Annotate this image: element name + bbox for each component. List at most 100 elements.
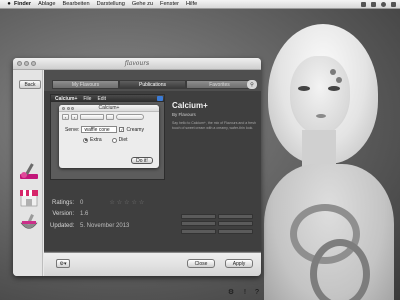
action-button[interactable] <box>181 221 216 227</box>
minimize-window-icon[interactable] <box>24 61 29 66</box>
close-button[interactable]: Close <box>187 259 215 268</box>
sidebar: Back <box>13 70 43 276</box>
updated-row: Updated: 5. November 2013 <box>50 223 129 229</box>
preview-close-icon <box>62 107 65 110</box>
ratings-label: Ratings: <box>51 199 74 206</box>
info-icon[interactable]: ! <box>242 288 248 296</box>
status-menu-icon[interactable] <box>361 2 366 7</box>
menu-app-name[interactable]: Finder <box>14 1 31 7</box>
menu-hilfe[interactable]: Hilfe <box>186 1 197 7</box>
preview-menu-file: File <box>83 95 92 102</box>
action-button[interactable] <box>181 228 216 234</box>
preview-toolbar: ‹ › <box>62 114 156 120</box>
preview-extra-radio <box>83 137 88 143</box>
settings-icon[interactable]: ⚙ <box>228 288 234 296</box>
mortar-icon <box>20 214 38 229</box>
gear-menu-button[interactable]: ⚙▾ <box>56 259 70 268</box>
main-content: My Flavours Publications Favorites ⚲ Cal… <box>44 70 261 276</box>
wallpaper-tentacle <box>310 239 370 300</box>
paintbrush-icon <box>20 163 38 179</box>
desktop-wallpaper-figure <box>250 14 400 300</box>
preview-action-icon <box>106 114 114 120</box>
sidebar-item-tools[interactable] <box>18 212 40 234</box>
tab-bar: My Flavours Publications Favorites <box>44 80 261 89</box>
preview-search-field <box>116 114 144 120</box>
back-button[interactable]: Back <box>19 80 41 89</box>
action-button[interactable] <box>218 221 253 227</box>
menu-darstellung[interactable]: Darstellung <box>97 1 125 7</box>
menubar-status-area <box>361 0 396 9</box>
preview-serve-field: waffle cone <box>81 126 118 133</box>
preview-serve-row: Serve: waffle cone ✓ Creamy <box>65 126 144 133</box>
version-value: 1.6 <box>80 211 89 217</box>
sidebar-item-brush[interactable] <box>18 160 40 182</box>
preview-extra-label: Extra <box>90 137 102 143</box>
wallpaper-dot <box>330 69 336 75</box>
action-button[interactable] <box>181 214 216 219</box>
wallpaper-eye <box>298 86 310 91</box>
window-title: flavours <box>124 60 150 67</box>
ratings-row: Ratings: 0 ☆☆☆☆☆ <box>50 199 146 207</box>
spotlight-icon[interactable] <box>381 2 386 7</box>
publication-panel: Calcium+ File Edit Calcium+ ‹ › Serve: w… <box>44 91 261 251</box>
preview-view-switcher <box>80 114 104 120</box>
preview-minimize-icon <box>66 107 70 110</box>
gear-icon: ⚙▾ <box>59 260 67 267</box>
close-window-icon[interactable] <box>17 61 22 66</box>
preview-dialog: Calcium+ ‹ › Serve: waffle cone ✓ Creamy <box>59 105 159 168</box>
menubar: ● Finder Ablage Bearbeiten Darstellung G… <box>0 0 400 9</box>
apply-button[interactable]: Apply <box>225 259 253 268</box>
store-icon <box>20 190 38 207</box>
wallpaper-dot <box>336 77 342 83</box>
sidebar-item-store[interactable] <box>18 186 40 208</box>
wallpaper-eye <box>328 86 340 91</box>
updated-label: Updated: <box>50 223 75 229</box>
status-menu-icon[interactable] <box>371 2 376 7</box>
wallpaper-face <box>290 56 350 134</box>
preview-do-it-button: Do it! <box>131 157 153 164</box>
preview-dialog-titlebar: Calcium+ <box>59 105 159 112</box>
help-icon[interactable]: ? <box>254 288 260 296</box>
bottom-bar: ⚙▾ Close Apply <box>44 252 261 276</box>
notification-icon[interactable] <box>391 2 396 7</box>
flavours-window: flavours Back My Flavours Publications F… <box>13 58 261 276</box>
ratings-value: 0 <box>80 199 84 206</box>
preview-zoom-icon <box>71 107 74 110</box>
publication-name: Calcium+ <box>172 101 208 110</box>
action-button[interactable] <box>218 228 253 234</box>
preview-back-icon: ‹ <box>62 114 69 120</box>
preview-app-name: Calcium+ <box>55 95 78 102</box>
menu-ablage[interactable]: Ablage <box>38 1 55 7</box>
tab-my-flavours[interactable]: My Flavours <box>52 80 119 89</box>
tab-publications[interactable]: Publications <box>119 80 186 89</box>
window-controls <box>17 61 36 66</box>
menu-gehe-zu[interactable]: Gehe zu <box>132 1 153 7</box>
rating-stars[interactable]: ☆☆☆☆☆ <box>109 199 146 206</box>
search-icon[interactable]: ⚲ <box>247 80 257 89</box>
publication-description: Say hello to Calcium+, the mix of Flavou… <box>172 121 256 130</box>
preview-creamy-label: Creamy <box>126 126 144 133</box>
action-button[interactable] <box>218 214 253 219</box>
menu-fenster[interactable]: Fenster <box>160 1 179 7</box>
preview-radio-row: Extra Diet <box>83 137 128 143</box>
preview-menubar: Calcium+ File Edit <box>51 95 164 102</box>
preview-status-icon <box>157 96 163 101</box>
updated-value: 5. November 2013 <box>80 223 130 229</box>
tab-favorites[interactable]: Favorites <box>186 80 253 89</box>
preview-forward-icon: › <box>71 114 78 120</box>
menu-bearbeiten[interactable]: Bearbeiten <box>63 1 90 7</box>
apple-icon[interactable]: ● <box>4 1 14 7</box>
wallpaper-mouth <box>316 114 326 118</box>
publication-actions <box>181 214 253 234</box>
preview-creamy-checkbox: ✓ <box>119 127 125 132</box>
zoom-window-icon[interactable] <box>31 61 36 66</box>
version-row: Version: 1.6 <box>50 211 88 217</box>
theme-preview[interactable]: Calcium+ File Edit Calcium+ ‹ › Serve: w… <box>50 94 165 180</box>
preview-serve-label: Serve: <box>65 126 80 133</box>
preview-window-controls <box>62 107 74 110</box>
version-label: Version: <box>52 211 74 217</box>
publication-author: By Flavours <box>172 112 196 117</box>
preview-diet-label: Diet <box>118 137 128 143</box>
window-titlebar[interactable]: flavours <box>13 58 261 70</box>
preview-menu-edit: Edit <box>97 95 107 102</box>
